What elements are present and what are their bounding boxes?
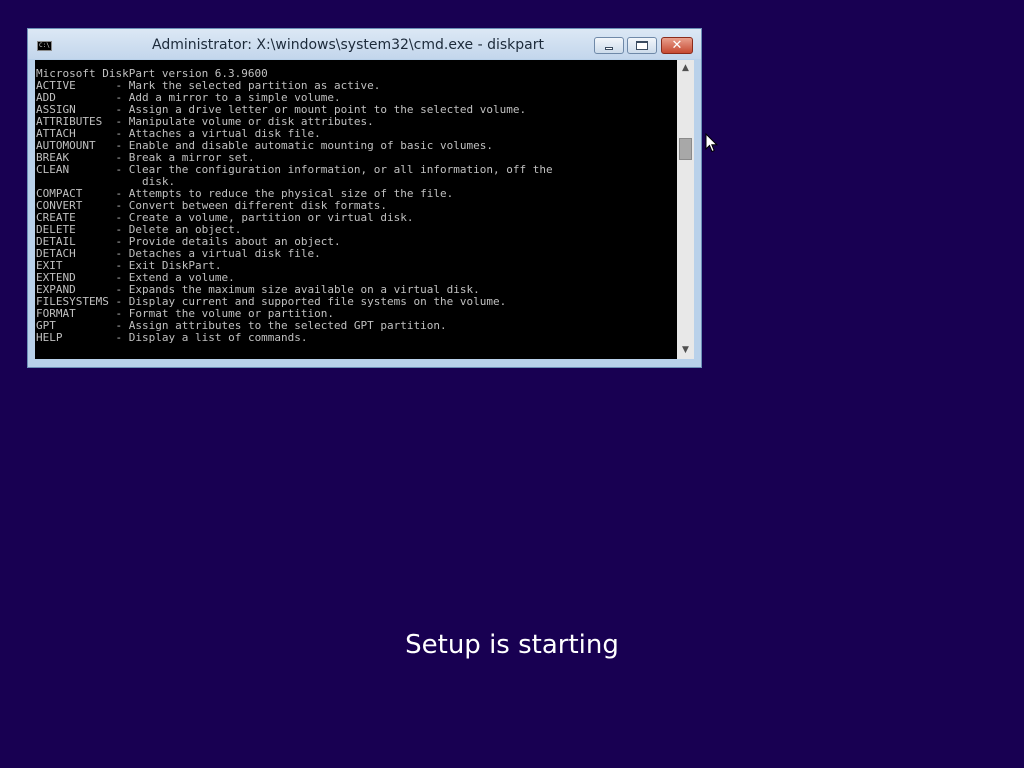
vertical-scrollbar[interactable]: ▲ ▼ <box>677 60 694 359</box>
scroll-down-arrow-icon[interactable]: ▼ <box>677 342 694 359</box>
scroll-thumb[interactable] <box>679 137 692 160</box>
maximize-icon <box>636 41 648 50</box>
command-name: HELP <box>36 331 63 344</box>
mouse-pointer-icon <box>705 133 719 153</box>
setup-status-text: Setup is starting <box>405 630 619 660</box>
console-output: Microsoft DiskPart version 6.3.9600 ACTI… <box>36 68 553 344</box>
command-row: HELP - Display a list of commands. <box>36 331 308 344</box>
minimize-button[interactable] <box>594 37 624 54</box>
command-row: CLEAN - Clear the configuration informat… <box>36 163 553 188</box>
maximize-button[interactable] <box>627 37 657 54</box>
window-title: Administrator: X:\windows\system32\cmd.e… <box>152 37 544 53</box>
close-icon: ✕ <box>671 38 683 53</box>
minimize-icon <box>605 47 613 50</box>
command-list: ACTIVE - Mark the selected partition as … <box>36 79 553 344</box>
cmd-window[interactable]: C:\ Administrator: X:\windows\system32\c… <box>27 28 702 368</box>
console-area[interactable]: Microsoft DiskPart version 6.3.9600 ACTI… <box>35 60 677 359</box>
close-button[interactable]: ✕ <box>661 37 693 54</box>
scroll-up-arrow-icon[interactable]: ▲ <box>677 60 694 77</box>
command-description: Display a list of commands. <box>128 331 308 344</box>
command-separator: - <box>62 331 129 344</box>
title-bar[interactable]: C:\ Administrator: X:\windows\system32\c… <box>28 29 701 59</box>
desktop: C:\ Administrator: X:\windows\system32\c… <box>0 0 1024 768</box>
